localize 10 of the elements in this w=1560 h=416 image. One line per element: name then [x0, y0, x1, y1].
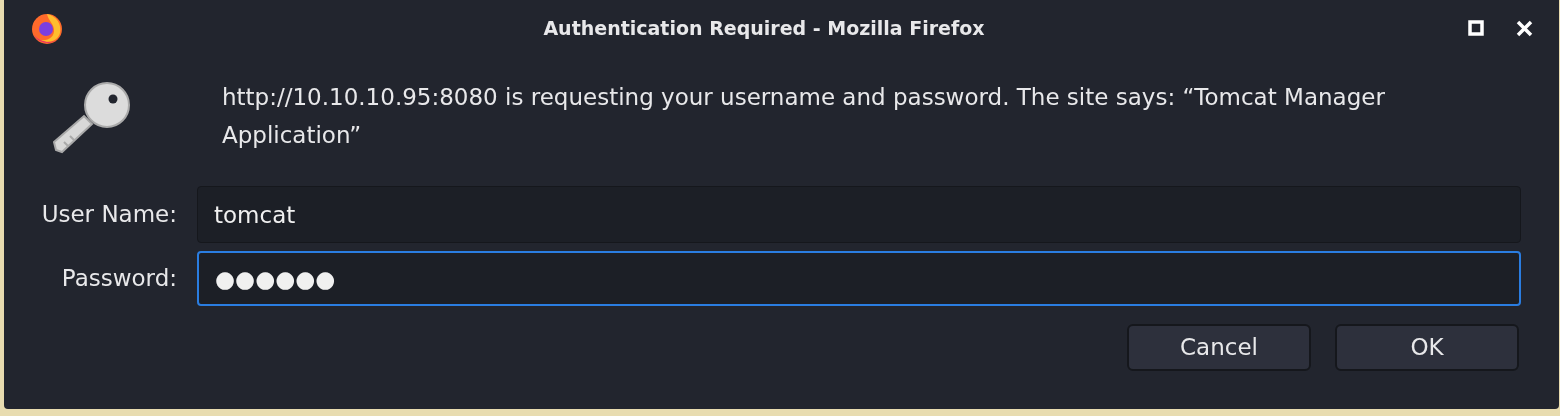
- firefox-logo-icon: [30, 11, 64, 45]
- ok-button[interactable]: OK: [1335, 324, 1519, 371]
- password-field[interactable]: ●●●●●●: [197, 251, 1521, 306]
- request-message: http://10.10.10.95:8080 is requesting your username and password. The site says: “Tomcat Manager Application”: [222, 83, 1386, 150]
- username-field[interactable]: tomcat: [197, 186, 1521, 243]
- cancel-button[interactable]: Cancel: [1127, 324, 1311, 371]
- window-title: Authentication Required - Mozilla Firefox: [542, 15, 986, 41]
- field-label: Password:: [60, 264, 178, 294]
- field-label: User Name:: [40, 200, 178, 230]
- key-icon: [50, 80, 132, 154]
